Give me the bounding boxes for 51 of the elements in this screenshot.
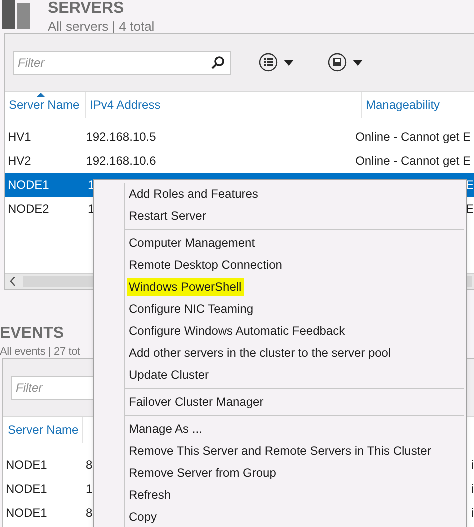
section-title: SERVERS	[48, 0, 126, 19]
table-cell-text: Online - Cannot get E	[356, 153, 471, 170]
table-cell-text: i	[471, 481, 474, 498]
section-subtitle: All events | 27 tot	[0, 345, 80, 360]
menu-item[interactable]: Windows PowerShell	[127, 278, 244, 296]
table-cell-text: 8	[86, 457, 93, 474]
filter-field[interactable]: Filter	[13, 50, 231, 74]
scroll-left-icon[interactable]	[10, 277, 16, 286]
menu-item[interactable]: Add other servers in the cluster to the server pool	[127, 344, 394, 362]
table-cell-text: E	[466, 201, 474, 218]
save-button[interactable]	[328, 53, 363, 72]
menu-item[interactable]: Add Roles and Features	[127, 185, 260, 203]
servers-icon	[2, 0, 30, 29]
table-cell-text: NODE2	[8, 201, 50, 218]
table-cell-text: 1	[86, 481, 93, 498]
table-cell-text: NODE1	[6, 481, 48, 498]
menu-item[interactable]: Remove Server from Group	[127, 464, 278, 482]
list-options-button[interactable]	[259, 53, 294, 72]
table-cell-text: i	[471, 505, 474, 522]
menu-item[interactable]: Configure Windows Automatic Feedback	[127, 322, 348, 340]
menu-item[interactable]: Failover Cluster Manager	[127, 393, 266, 411]
menu-item[interactable]: Remove This Server and Remote Servers in This Cluster	[127, 442, 434, 460]
table-cell-text: HV1	[8, 129, 32, 146]
section-title: EVENTS	[0, 324, 66, 344]
table-cell-text: NODE1	[6, 505, 48, 522]
menu-item[interactable]: Manage As ...	[127, 420, 204, 438]
table-cell-text: 192.168.10.5	[86, 129, 156, 146]
menu-item[interactable]: Update Cluster	[127, 366, 212, 384]
search-icon	[211, 56, 225, 70]
menu-item[interactable]: Computer Management	[127, 234, 258, 252]
column-header[interactable]: Server Name	[8, 421, 79, 439]
caret-icon	[353, 60, 363, 66]
menu-item[interactable]: Configure NIC Teaming	[127, 300, 256, 318]
menu-item[interactable]: Refresh	[127, 486, 174, 504]
table-row[interactable]: HV2 192.168.10.6 Online - Cannot get E	[5, 149, 474, 173]
column-header[interactable]: Manageability	[366, 96, 440, 114]
caret-icon	[284, 60, 294, 66]
table-cell-text: 8	[86, 505, 93, 522]
menu-item[interactable]: Remote Desktop Connection	[127, 256, 284, 274]
column-header[interactable]: IPv4 Address	[90, 96, 161, 114]
table-cell-text: NODE1	[8, 177, 50, 194]
table-cell-text: i	[471, 457, 474, 474]
column-header[interactable]: Server Name	[9, 96, 80, 114]
table-cell-text: HV2	[8, 153, 32, 170]
table-row[interactable]: HV1 192.168.10.5 Online - Cannot get E	[5, 125, 474, 149]
table-cell-text: E	[466, 177, 474, 194]
table-cell-text: 192.168.10.6	[86, 153, 156, 170]
table-cell-text: Online - Cannot get E	[356, 129, 471, 146]
table-cell-text: NODE1	[6, 457, 48, 474]
menu-item[interactable]: Copy	[127, 508, 160, 526]
menu-item[interactable]: Restart Server	[127, 207, 208, 225]
